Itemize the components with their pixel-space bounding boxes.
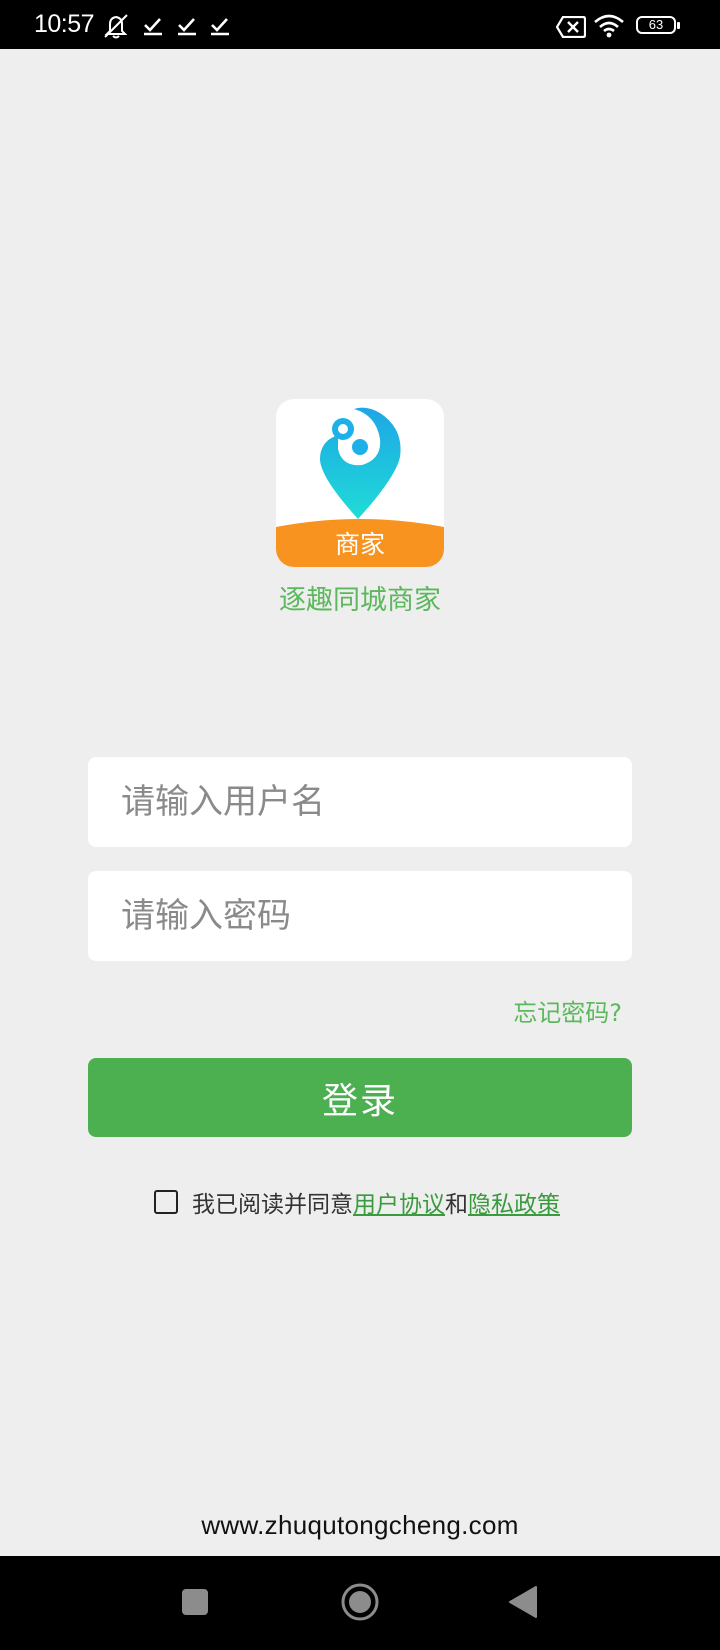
check-icon [211,18,229,36]
login-button[interactable]: 登录 [88,1058,632,1137]
check-icon [178,18,196,36]
status-bar: 10:57 63 [0,0,720,49]
agreement-row: 我已阅读并同意 用户协议 和 隐私政策 [154,1186,560,1218]
recents-square-icon[interactable] [181,1588,209,1616]
notifications-muted-icon [104,14,128,39]
username-input[interactable] [119,781,632,823]
back-triangle-icon[interactable] [508,1585,538,1619]
privacy-policy-link[interactable]: 隐私政策 [468,1185,560,1219]
app-logo: 商家 [276,399,444,567]
forgot-password-link[interactable]: 忘记密码? [513,993,622,1028]
username-field[interactable] [88,757,632,847]
wifi-icon [594,14,624,38]
agreement-checkbox[interactable] [154,1190,178,1214]
logo-badge-text: 商家 [334,530,385,559]
agreement-prefix: 我已阅读并同意 [192,1192,353,1218]
sim-disabled-icon [556,16,586,38]
password-input[interactable] [119,895,632,937]
check-icon [144,18,162,36]
password-field[interactable] [88,871,632,961]
user-agreement-link[interactable]: 用户协议 [353,1185,445,1219]
agreement-and: 和 [445,1192,468,1218]
status-time: 10:57 [34,10,95,38]
navigation-bar [0,1556,720,1650]
battery-indicator: 63 [636,16,680,34]
website-url: www.zhuqutongcheng.com [201,1510,519,1540]
app-name: 逐趣同城商家 [279,585,441,616]
home-circle-icon[interactable] [340,1582,380,1622]
